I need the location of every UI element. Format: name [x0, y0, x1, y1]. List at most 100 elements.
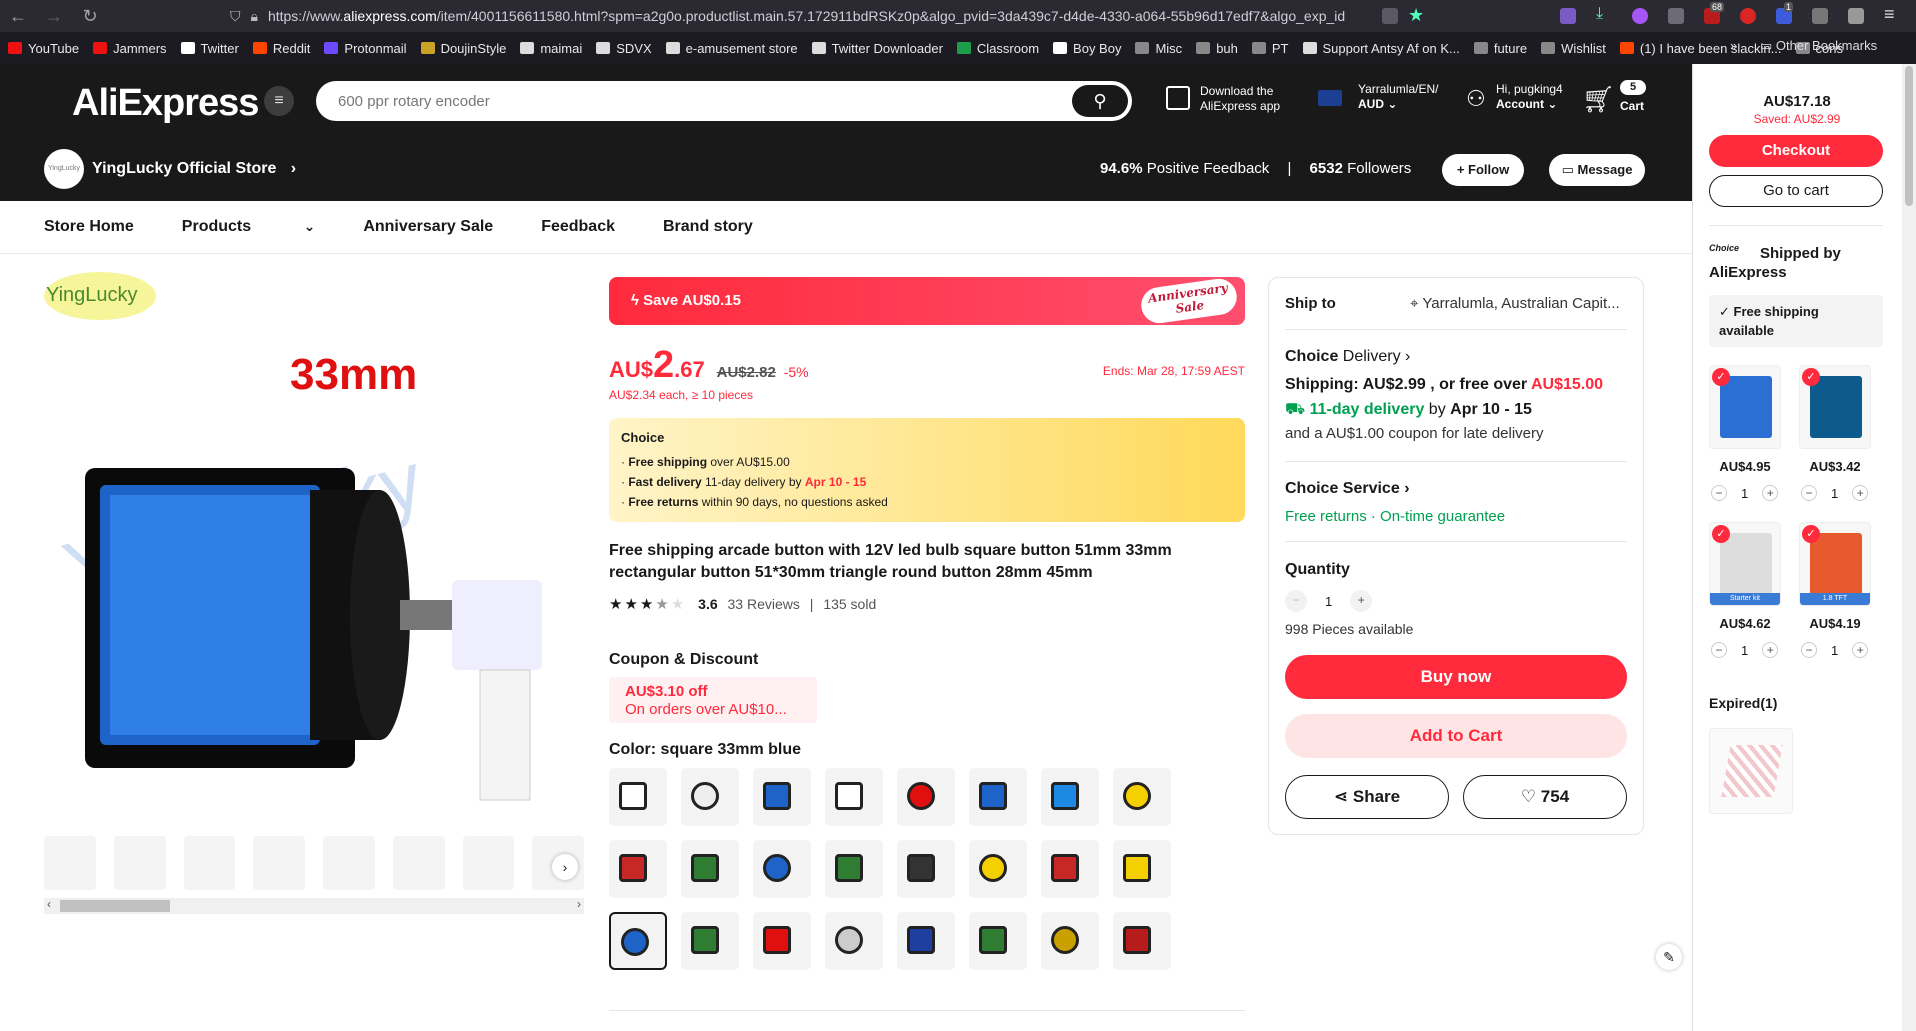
other-bookmarks[interactable]: » ▭ Other Bookmarks [1730, 38, 1877, 54]
scroll-thumb[interactable] [60, 900, 170, 912]
color-swatch[interactable] [609, 912, 667, 970]
color-swatch[interactable] [1113, 840, 1171, 898]
thumbnail[interactable] [253, 836, 305, 890]
thumbnail[interactable] [113, 836, 166, 890]
cart-item-image[interactable]: 1.8 TFT ✓ [1799, 522, 1871, 606]
thumbnail[interactable] [323, 836, 375, 890]
aliexpress-logo[interactable]: AliExpress [72, 82, 259, 125]
color-swatch[interactable] [897, 912, 955, 970]
feedback-edit-icon[interactable]: ✎ [1656, 944, 1682, 970]
bookmark-item[interactable]: future [1473, 41, 1527, 56]
cart-item-qty[interactable]: 1 [1741, 486, 1748, 501]
coupon-card[interactable]: AU$3.10 off On orders over AU$10... [609, 677, 817, 723]
checkout-button[interactable]: Checkout [1709, 135, 1883, 167]
cart-item-increase-button[interactable]: + [1762, 642, 1779, 658]
download-app[interactable]: Download the AliExpress app [1200, 84, 1280, 114]
color-swatch[interactable] [825, 768, 883, 826]
gallery-next-icon[interactable]: › [552, 854, 578, 880]
color-swatch[interactable] [825, 840, 883, 898]
choice-delivery-link[interactable]: Choice Delivery › [1285, 348, 1410, 366]
cart-item-increase-button[interactable]: + [1852, 642, 1869, 658]
color-swatch[interactable] [681, 840, 739, 898]
color-swatch[interactable] [825, 912, 883, 970]
follow-button[interactable]: + Follow [1442, 154, 1524, 186]
app-menu-icon[interactable]: ≡ [1884, 4, 1895, 25]
bookmark-item[interactable]: buh [1196, 41, 1238, 56]
color-swatch[interactable] [897, 768, 955, 826]
bookmark-item[interactable]: DoujinStyle [420, 41, 506, 56]
store-name-link[interactable]: YingLucky Official Store › [92, 160, 296, 178]
nav-anniversary-sale[interactable]: Anniversary Sale [363, 218, 493, 236]
scroll-right-icon[interactable]: › [577, 897, 581, 911]
go-to-cart-button[interactable]: Go to cart [1709, 175, 1883, 207]
bookmark-item[interactable]: Reddit [252, 41, 310, 56]
bookmark-item[interactable]: SDVX [596, 41, 652, 56]
bookmark-item[interactable]: Protonmail [324, 41, 407, 56]
cart-item-decrease-button[interactable]: − [1801, 642, 1817, 658]
cart-item-decrease-button[interactable]: − [1801, 485, 1817, 501]
choice-service-link[interactable]: Choice Service › [1285, 480, 1410, 498]
bookmark-item[interactable]: (1) I have been slackin... [1619, 41, 1782, 56]
color-swatch[interactable] [897, 840, 955, 898]
address-bar[interactable]: ⛉ 🔒︎ https://www. aliexpress.com/item/400… [230, 4, 1410, 28]
store-avatar[interactable]: YingLucky [44, 149, 84, 189]
cart-item-qty[interactable]: 1 [1741, 643, 1748, 658]
thumbnail[interactable] [392, 836, 445, 890]
cart-item-qty[interactable]: 1 [1831, 486, 1838, 501]
search-button[interactable]: ⚲ [1072, 85, 1128, 117]
thumbnail[interactable] [462, 836, 515, 890]
buy-now-button[interactable]: Buy now [1285, 655, 1627, 699]
color-swatch[interactable] [681, 768, 739, 826]
cart-item-increase-button[interactable]: + [1762, 485, 1779, 501]
cart-item-image[interactable]: Starter kit ✓ [1709, 522, 1781, 606]
bookmark-item[interactable]: PT [1251, 41, 1289, 56]
color-swatch[interactable] [681, 912, 739, 970]
back-icon[interactable]: ← [0, 6, 36, 27]
color-swatch[interactable] [1113, 912, 1171, 970]
download-icon[interactable]: ⤓ [1596, 5, 1603, 23]
cart-item-increase-button[interactable]: + [1852, 485, 1869, 501]
overflow-chevron-icon[interactable]: » [1730, 38, 1737, 53]
locale-selector[interactable]: Yarralumla/EN/ AUD ⌄ [1358, 82, 1438, 112]
thumbnail-scrollbar[interactable]: ‹ › [44, 897, 584, 914]
bookmark-item[interactable]: Misc [1135, 41, 1182, 56]
cart-item-decrease-button[interactable]: − [1711, 485, 1727, 501]
color-swatch[interactable] [753, 768, 811, 826]
cart-item-decrease-button[interactable]: − [1711, 642, 1727, 658]
cart-icon[interactable]: 🛒︎ [1582, 84, 1615, 115]
expired-item[interactable] [1709, 728, 1793, 814]
bookmark-item[interactable]: Jammers [93, 41, 167, 56]
color-swatch[interactable] [1041, 912, 1099, 970]
reload-icon[interactable]: ↻ [72, 6, 108, 27]
user-icon[interactable]: ⚇ [1466, 86, 1486, 112]
color-swatch[interactable] [753, 840, 811, 898]
scroll-left-icon[interactable]: ‹ [47, 897, 51, 911]
account-menu[interactable]: Hi, pugking4 Account ⌄ [1496, 82, 1563, 112]
color-swatch[interactable] [609, 840, 667, 898]
glasses-ext-icon[interactable] [1848, 8, 1864, 24]
bookmark-item[interactable]: maimai [520, 41, 582, 56]
selected-check-icon[interactable]: ✓ [1802, 368, 1820, 386]
cart-item-qty[interactable]: 1 [1831, 643, 1838, 658]
bookmark-item[interactable]: Classroom [956, 41, 1039, 56]
reviews-link[interactable]: 33 Reviews [728, 596, 800, 612]
add-to-cart-button[interactable]: Add to Cart [1285, 714, 1627, 758]
color-swatch[interactable] [1041, 840, 1099, 898]
color-swatch[interactable] [753, 912, 811, 970]
ublock-icon[interactable] [1740, 8, 1756, 24]
thumbnail[interactable] [183, 836, 236, 890]
quantity-increase-button[interactable]: + [1350, 590, 1373, 612]
quantity-value[interactable]: 1 [1325, 594, 1332, 609]
bookmark-item[interactable]: Boy Boy [1053, 41, 1121, 56]
page-scrollbar[interactable] [1902, 64, 1916, 1031]
bookmark-item[interactable]: e-amusement store [665, 41, 798, 56]
extension-icon[interactable] [1632, 8, 1648, 24]
forward-icon[interactable]: → [36, 6, 72, 27]
color-swatch[interactable] [969, 840, 1027, 898]
translate-icon[interactable] [1382, 8, 1398, 24]
color-swatch[interactable] [1113, 768, 1171, 826]
cart-item-image[interactable]: ✓ [1799, 365, 1871, 449]
nav-products[interactable]: Products ⌄ [182, 218, 316, 236]
quantity-decrease-button[interactable]: − [1285, 590, 1307, 612]
thumbnail[interactable] [44, 836, 96, 890]
